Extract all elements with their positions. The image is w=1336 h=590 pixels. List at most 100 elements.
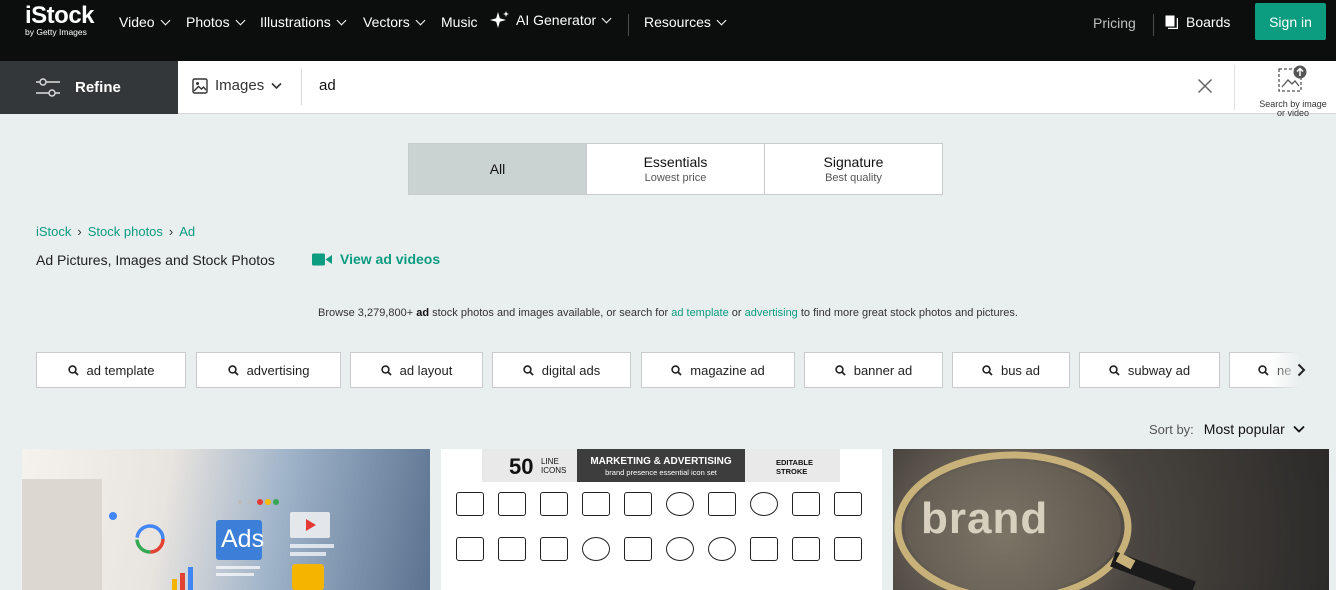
search-input[interactable] [319, 77, 1119, 94]
boards-icon [1165, 15, 1178, 29]
search-icon [380, 364, 392, 376]
cart-icon [582, 492, 610, 516]
nav-resources[interactable]: Resources [644, 14, 727, 30]
search-by-image-button[interactable]: Search by image or video [1256, 65, 1330, 118]
brand-word: brand [921, 494, 1049, 543]
video-camera-icon [312, 253, 332, 265]
chat-icon [624, 492, 652, 516]
boards-label: Boards [1186, 14, 1231, 30]
search-divider [301, 69, 302, 105]
related-search-chip[interactable]: digital ads [492, 352, 631, 388]
chip-label: magazine ad [690, 362, 765, 378]
chip-label: ad layout [399, 362, 453, 378]
browse-text: Browse 3,279,800+ [318, 307, 414, 319]
chevron-down-icon [235, 15, 246, 25]
view-ad-videos-link[interactable]: View ad videos [312, 251, 440, 267]
sort-control: Sort by: Most popular [1149, 421, 1305, 437]
newspaper-icon [498, 492, 526, 516]
chevron-down-icon [716, 15, 727, 25]
filter-signature[interactable]: Signature Best quality [765, 144, 942, 194]
billboard-icon [540, 492, 568, 516]
istock-logo[interactable]: iStock by Getty Images [25, 4, 95, 37]
search-by-image-label-2: or video [1276, 108, 1310, 118]
sort-value: Most popular [1203, 421, 1285, 437]
search-icon [671, 364, 682, 376]
chip-label: advertising [246, 362, 310, 378]
result-thumbnail[interactable]: 50 LINE ICONS MARKETING & ADVERTISING br… [441, 449, 882, 590]
link-ad-template[interactable]: ad template [671, 307, 728, 319]
media-type-select[interactable]: Images [192, 77, 282, 94]
breadcrumb-stock-photos[interactable]: Stock photos [88, 224, 163, 239]
browse-summary: Browse 3,279,800+ ad stock photos and im… [0, 307, 1336, 319]
chip-label: digital ads [541, 362, 601, 378]
related-search-chip[interactable]: ad layout [350, 352, 483, 388]
image-upload-icon [1278, 65, 1307, 92]
filter-all[interactable]: All [409, 144, 587, 194]
filter-signature-label: Signature [823, 154, 884, 170]
related-search-chip[interactable]: banner ad [804, 352, 943, 388]
nav-ai-generator[interactable]: AI Generator [489, 11, 612, 28]
boards-link[interactable]: Boards [1165, 14, 1230, 30]
nav-vectors[interactable]: Vectors [363, 14, 426, 30]
breadcrumb: iStock › Stock photos › Ad [36, 224, 195, 239]
sort-select[interactable]: Most popular [1204, 421, 1305, 437]
top-nav: iStock by Getty Images Video Photos Illu… [0, 0, 1336, 61]
browse-text: stock photos and images available, or se… [432, 307, 669, 319]
chevron-right-icon: › [168, 224, 174, 239]
nav-video[interactable]: Video [119, 14, 171, 30]
link-advertising[interactable]: advertising [745, 307, 798, 319]
related-search-chip[interactable]: bus ad [952, 352, 1070, 388]
chevron-down-icon [160, 15, 171, 25]
megaphone-icon [456, 492, 484, 516]
filter-essentials[interactable]: Essentials Lowest price [587, 144, 765, 194]
chevron-down-icon [271, 82, 282, 89]
nav-divider [1153, 14, 1154, 36]
nav-photos-label: Photos [186, 14, 230, 30]
target-icon [708, 537, 736, 561]
image-icon [192, 77, 208, 94]
sort-label: Sort by: [1149, 421, 1194, 437]
ads-concept-illustration [22, 479, 334, 590]
refine-button[interactable]: Refine [0, 61, 178, 114]
clear-search-icon[interactable] [1197, 78, 1213, 94]
research-icon [582, 537, 610, 561]
brainstorm-icon [834, 492, 862, 516]
search-icon [1258, 364, 1269, 376]
icon-grid [441, 449, 882, 590]
page-title: Ad Pictures, Images and Stock Photos [36, 252, 275, 268]
filter-signature-sub: Best quality [825, 172, 882, 184]
pricing-link[interactable]: Pricing [1093, 15, 1136, 31]
badge-icon [708, 492, 736, 516]
related-search-chip[interactable]: subway ad [1079, 352, 1220, 388]
chip-label: subway ad [1127, 362, 1191, 378]
sign-in-button[interactable]: Sign in [1255, 3, 1326, 40]
goal-icon [666, 537, 694, 561]
nav-photos[interactable]: Photos [186, 14, 246, 30]
result-thumbnail[interactable]: Ads [22, 449, 430, 590]
sparkle-icon [490, 11, 509, 28]
nav-music[interactable]: Music [441, 14, 478, 30]
nav-illustrations[interactable]: Illustrations [260, 14, 347, 30]
chips-scroll-right-button[interactable] [1288, 357, 1314, 383]
basket-icon [792, 537, 820, 561]
medal-icon [750, 492, 778, 516]
view-ad-videos-label: View ad videos [340, 251, 441, 267]
breadcrumb-ad[interactable]: Ad [179, 224, 195, 239]
voucher-icon [834, 537, 862, 561]
search-icon [523, 364, 534, 376]
chip-label: banner ad [853, 362, 913, 378]
breadcrumb-istock[interactable]: iStock [36, 224, 71, 239]
chip-label: bus ad [1000, 362, 1041, 378]
nav-ai-generator-label: AI Generator [516, 12, 597, 28]
search-divider [1234, 65, 1235, 110]
team-icon [498, 537, 526, 561]
chevron-right-icon: › [77, 224, 82, 239]
result-thumbnail[interactable]: brand [893, 449, 1329, 590]
nav-music-label: Music [441, 14, 478, 30]
dollar-icon [666, 492, 694, 516]
related-search-chip[interactable]: ad template [36, 352, 186, 388]
related-search-chip[interactable]: magazine ad [641, 352, 795, 388]
related-search-chip[interactable]: advertising [196, 352, 341, 388]
filter-sliders-icon [36, 78, 60, 97]
chevron-down-icon [1293, 425, 1305, 433]
